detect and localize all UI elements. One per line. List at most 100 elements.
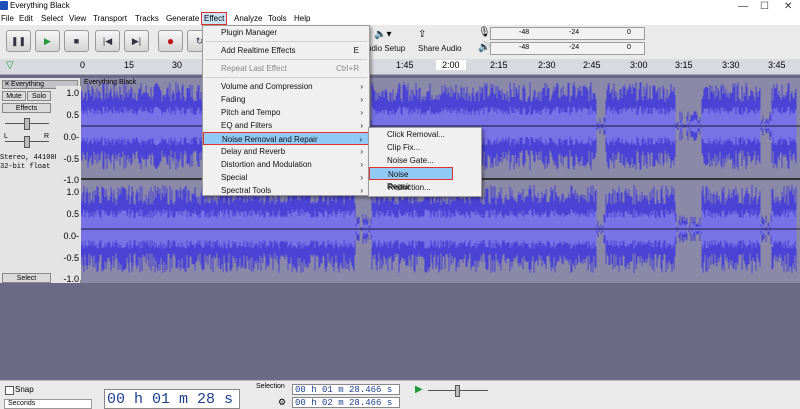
play-speed-thumb[interactable] <box>455 385 460 397</box>
menu-item-noise-gate[interactable]: Noise Gate... <box>369 154 481 167</box>
chevron-right-icon: › <box>360 108 363 117</box>
scale-label: 1.0 <box>66 187 79 197</box>
meter-label: -48 <box>519 44 530 51</box>
timeline-ruler[interactable]: ▽ 0 15 30 1:45 2:00 2:15 2:30 2:45 3:00 … <box>0 59 800 75</box>
clip-title[interactable]: Everything Black <box>84 79 136 86</box>
record-meter[interactable]: -48 -24 0 <box>490 27 645 40</box>
scale-label: 0.0- <box>63 132 79 142</box>
scale-label: -1.0 <box>63 274 79 284</box>
transport-toolbar: ❚❚ ▶ ■ |◀ ▶| ● ↻ 🔈▾ udio Setup ⇪ Share A… <box>0 25 800 60</box>
menu-item-clip-fix[interactable]: Clip Fix... <box>369 141 481 154</box>
meter-label: -48 <box>519 29 530 36</box>
menu-item-distortion-modulation[interactable]: Distortion and Modulation › <box>203 158 369 171</box>
gear-icon[interactable]: ⚙ <box>278 397 286 408</box>
menu-item-eq-filters[interactable]: EQ and Filters › <box>203 119 369 132</box>
ruler-tick: 2:45 <box>583 60 601 70</box>
menu-item-volume-compression[interactable]: Volume and Compression › <box>203 80 369 93</box>
title-bar: Everything Black — ☐ ✕ <box>0 0 800 13</box>
solo-button[interactable]: Solo <box>27 91 51 101</box>
menu-file[interactable]: File <box>1 14 14 23</box>
scale-label: -0.5 <box>63 253 79 263</box>
menu-tools[interactable]: Tools <box>268 14 287 23</box>
close-track-icon[interactable]: ✕ <box>4 81 10 89</box>
snap-label: Snap <box>15 385 34 394</box>
pan-slider-thumb[interactable] <box>24 136 30 148</box>
mute-button[interactable]: Mute <box>2 91 26 101</box>
track-format-info: Stereo, 44100Hz <box>0 154 64 162</box>
ruler-tick: 30 <box>172 60 183 70</box>
ruler-tick: 2:15 <box>490 60 508 70</box>
amplitude-scale: 1.0 0.5 0.0- -0.5 -1.0 1.0 0.5 0.0- -0.5… <box>56 86 81 284</box>
audio-position-display[interactable]: 00 h 01 m 28 s <box>104 389 240 409</box>
speaker-icon[interactable]: 🔈▾ <box>374 29 391 40</box>
selection-start-field[interactable]: 00 h 01 m 28.466 s <box>292 384 400 395</box>
scale-label: -0.5 <box>63 154 79 164</box>
snap-units-value: Seconds <box>8 400 36 407</box>
shortcut-label: E <box>353 46 359 55</box>
skip-end-icon: ▶| <box>131 35 142 46</box>
menu-separator <box>205 77 367 78</box>
chevron-right-icon: › <box>360 173 363 182</box>
menu-item-label: Noise Removal and Repair <box>222 135 318 144</box>
play-button[interactable]: ▶ <box>35 30 60 52</box>
ruler-tick: 3:45 <box>768 60 786 70</box>
playback-meter[interactable]: -48 -24 0 <box>490 42 645 55</box>
menu-transport[interactable]: Transport <box>93 14 127 23</box>
pause-button[interactable]: ❚❚ <box>6 30 31 52</box>
menu-help[interactable]: Help <box>294 14 310 23</box>
menu-analyze[interactable]: Analyze <box>234 14 262 23</box>
effect-menu: Plugin Manager Add Realtime Effects E Rep… <box>202 25 370 196</box>
menu-separator <box>205 59 367 60</box>
close-icon[interactable]: ✕ <box>784 1 792 12</box>
pan-left-label: L <box>4 133 8 140</box>
menu-select[interactable]: Select <box>41 14 63 23</box>
menu-item-click-removal[interactable]: Click Removal... <box>369 128 481 141</box>
effects-button[interactable]: Effects <box>2 103 51 113</box>
shortcut-label: Ctrl+R <box>336 64 359 73</box>
menu-item-label: Distortion and Modulation <box>221 160 312 169</box>
gain-slider-thumb[interactable] <box>24 118 30 130</box>
ruler-tick: 15 <box>124 60 135 70</box>
stop-button[interactable]: ■ <box>64 30 89 52</box>
scale-label: 0.5 <box>66 209 79 219</box>
audio-setup-button[interactable]: udio Setup <box>367 44 405 53</box>
menu-view[interactable]: View <box>69 14 86 23</box>
scale-label: 0.5 <box>66 110 79 120</box>
minimize-icon[interactable]: — <box>738 1 748 12</box>
scale-label: 1.0 <box>66 88 79 98</box>
chevron-right-icon: › <box>360 95 363 104</box>
ruler-tick: 2:30 <box>538 60 556 70</box>
menu-edit[interactable]: Edit <box>19 14 33 23</box>
menu-item-delay-reverb[interactable]: Delay and Reverb › <box>203 145 369 158</box>
menu-item-label: Repeat Last Effect <box>221 64 287 73</box>
menu-separator <box>205 41 367 42</box>
menu-item-noise-reduction[interactable]: Noise Reduction... <box>369 167 453 192</box>
menu-generate[interactable]: Generate <box>166 14 199 23</box>
pan-right-label: R <box>44 133 50 140</box>
play-at-speed-icon[interactable]: ▶ <box>415 384 423 395</box>
skip-start-button[interactable]: |◀ <box>95 30 120 52</box>
snap-checkbox[interactable] <box>5 386 14 395</box>
menu-item-special[interactable]: Special › <box>203 171 369 184</box>
menu-item-fading[interactable]: Fading › <box>203 93 369 106</box>
meter-label: 0 <box>627 29 631 36</box>
selection-end-field[interactable]: 00 h 02 m 28.466 s <box>292 397 400 408</box>
menu-item-spectral-tools[interactable]: Spectral Tools › <box>203 184 369 197</box>
skip-end-button[interactable]: ▶| <box>124 30 149 52</box>
maximize-icon[interactable]: ☐ <box>760 1 769 12</box>
menu-item-plugin-manager[interactable]: Plugin Manager <box>203 26 369 39</box>
app-icon <box>0 1 8 10</box>
chevron-right-icon: › <box>360 82 363 91</box>
menu-tracks[interactable]: Tracks <box>135 14 159 23</box>
menu-item-add-realtime-effects[interactable]: Add Realtime Effects E <box>203 44 369 57</box>
track-name: Everything <box>11 81 45 88</box>
record-button[interactable]: ● <box>158 30 183 52</box>
menu-item-noise-removal-repair[interactable]: Noise Removal and Repair › <box>203 132 369 145</box>
share-audio-button[interactable]: Share Audio <box>418 44 462 53</box>
menu-item-repair[interactable]: Repair <box>369 180 481 193</box>
select-track-button[interactable]: Select <box>2 273 51 283</box>
menu-effect[interactable]: Effect <box>201 12 228 25</box>
selection-label: Selection <box>256 383 285 390</box>
timeline-options-icon[interactable]: ▽ <box>6 60 14 71</box>
menu-item-pitch-tempo[interactable]: Pitch and Tempo › <box>203 106 369 119</box>
